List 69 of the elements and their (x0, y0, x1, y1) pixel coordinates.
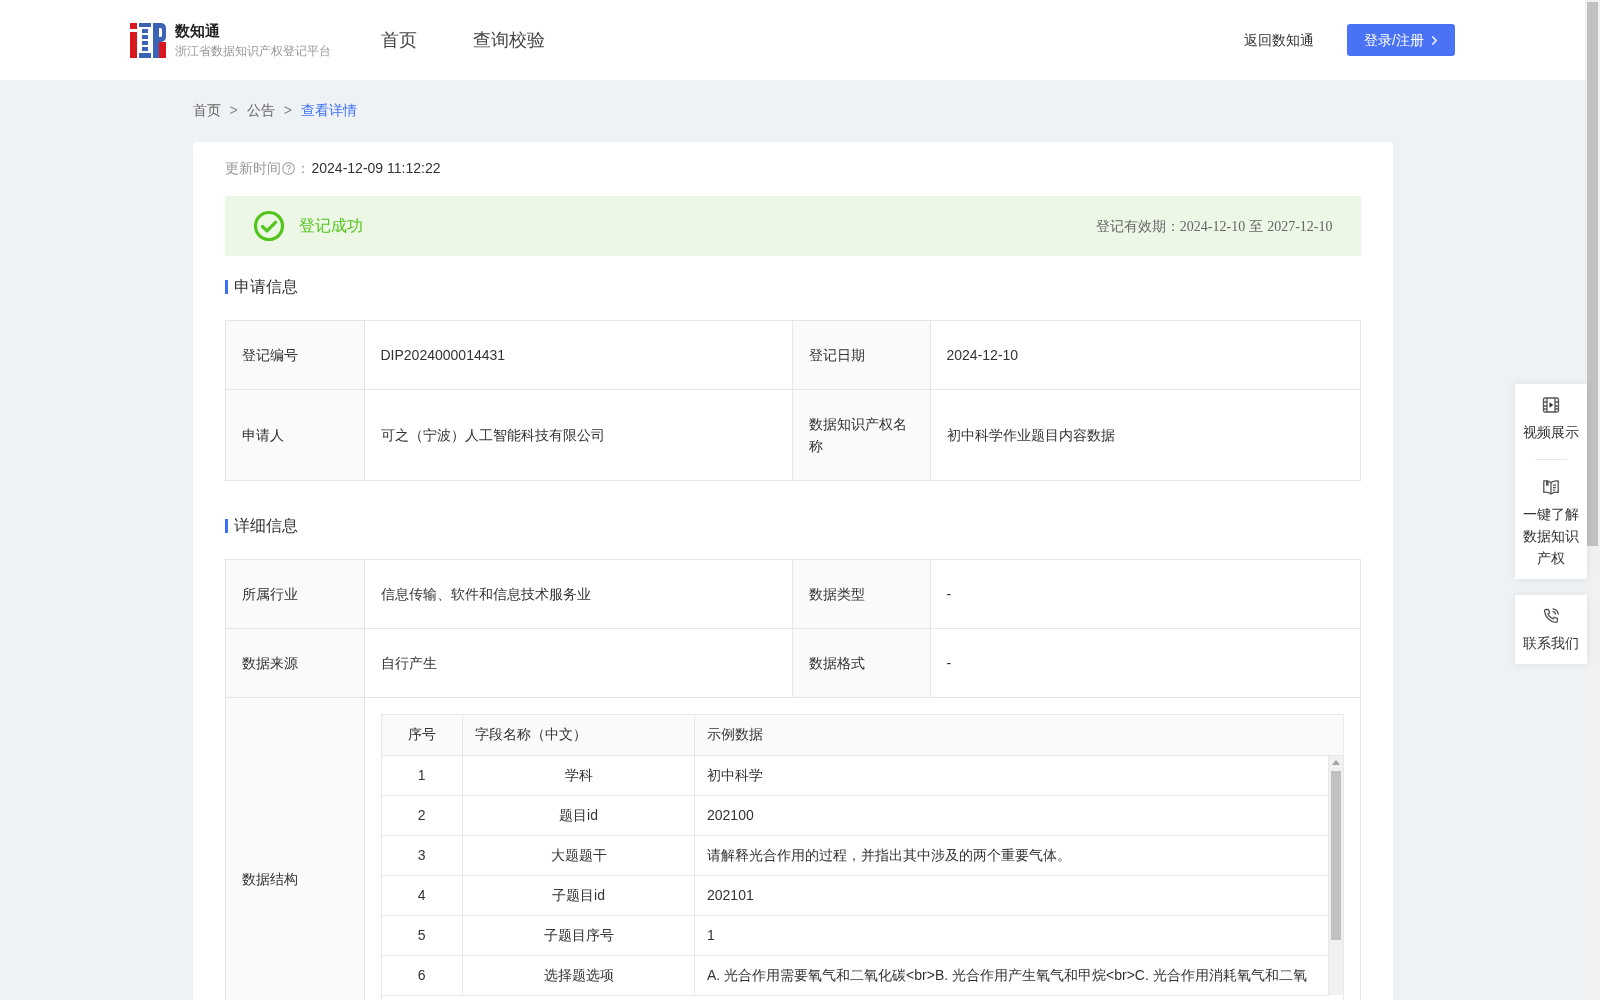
field-label: 数据类型 (792, 559, 930, 629)
column-header: 序号 (381, 715, 463, 755)
table-cell: 子题目序号 (462, 915, 695, 955)
nav-link[interactable]: 首页 (381, 28, 417, 52)
book-icon (1542, 478, 1560, 496)
field-label: 数据格式 (792, 628, 930, 698)
table-cell: 202100 (694, 795, 1329, 835)
table-cell: 选择题选项 (462, 955, 695, 995)
update-time-value: 2024-12-09 11:12:22 (311, 159, 441, 178)
section-marker (224, 519, 228, 533)
site-subtitle: 浙江省数据知识产权登记平台 (175, 42, 331, 60)
table-cell: A. 光合作用需要氧气和二氧化碳<br>B. 光合作用产生氧气和甲烷<br>C. 光合作用消耗氧气和二氧 (694, 955, 1329, 995)
table-cell: 初中科学 (694, 755, 1329, 795)
breadcrumb-link[interactable]: 首页 (192, 100, 221, 120)
side-menu-item[interactable]: 一键了解数据知识产权 (1522, 478, 1580, 569)
help-icon (281, 161, 295, 175)
chevron-right-icon (1430, 34, 1438, 46)
section-marker (224, 280, 228, 294)
field-label: 数据结构 (225, 697, 364, 1000)
logo-icon (130, 22, 166, 58)
section-title: 申请信息 (233, 277, 298, 297)
table-cell: 5 (381, 915, 463, 955)
label-colon: ： (295, 159, 310, 178)
field-value: DIP2024000014431 (364, 320, 792, 390)
phone-icon (1542, 607, 1560, 625)
table-cell: 学科 (462, 755, 695, 795)
field-label: 所属行业 (225, 559, 364, 629)
back-link[interactable]: 返回数知通 (1244, 30, 1314, 50)
field-value: 信息传输、软件和信息技术服务业 (364, 559, 792, 629)
page-scrollbar[interactable] (1585, 0, 1600, 1000)
table-cell: 4 (381, 875, 463, 915)
update-time-label: 更新时间 (224, 159, 281, 178)
table-cell: 6 (381, 955, 463, 995)
side-menu-item[interactable]: 视频展示 (1522, 396, 1580, 443)
field-value: - (930, 559, 1360, 629)
field-value: 可之（宁波）人工智能科技有限公司 (364, 389, 792, 481)
status-text: 登记成功 (298, 216, 363, 236)
film-icon (1542, 396, 1560, 414)
breadcrumb-current: 查看详情 (300, 101, 357, 120)
check-circle-icon (252, 210, 285, 242)
field-label: 数据来源 (225, 628, 364, 698)
field-label: 申请人 (225, 389, 364, 481)
table-cell: 1 (694, 915, 1329, 955)
table-cell: 3 (381, 835, 463, 875)
table-cell: 子题目id (462, 875, 695, 915)
field-label: 登记日期 (792, 320, 930, 390)
field-value: 自行产生 (364, 628, 792, 698)
table-cell: 大题题干 (462, 835, 695, 875)
field-label: 登记编号 (225, 320, 364, 390)
breadcrumb-link[interactable]: 公告 (246, 100, 275, 120)
side-menu-item[interactable]: 联系我们 (1522, 607, 1580, 654)
table-cell: 202101 (694, 875, 1329, 915)
column-header: 示例数据 (694, 715, 1343, 755)
nav-link[interactable]: 查询校验 (473, 28, 545, 52)
column-header: 字段名称（中文） (462, 715, 695, 755)
section-title: 详细信息 (233, 516, 298, 536)
table-cell: 2 (381, 795, 463, 835)
field-value: 2024-12-10 (930, 320, 1360, 390)
table-cell: 请解释光合作用的过程，并指出其中涉及的两个重要气体。 (694, 835, 1329, 875)
field-label: 数据知识产权名称 (792, 389, 930, 481)
field-value: - (930, 628, 1360, 698)
validity-text: 登记有效期：2024-12-10 至 2027-12-10 (1095, 216, 1333, 236)
login-button[interactable]: 登录/注册 (1347, 24, 1455, 56)
table-cell: 1 (381, 755, 463, 795)
breadcrumb-separator: > (229, 101, 238, 120)
site-title: 数知通 (175, 20, 221, 41)
field-value: 初中科学作业题目内容数据 (930, 389, 1360, 481)
breadcrumb-separator: > (283, 101, 292, 120)
table-cell: 题目id (462, 795, 695, 835)
